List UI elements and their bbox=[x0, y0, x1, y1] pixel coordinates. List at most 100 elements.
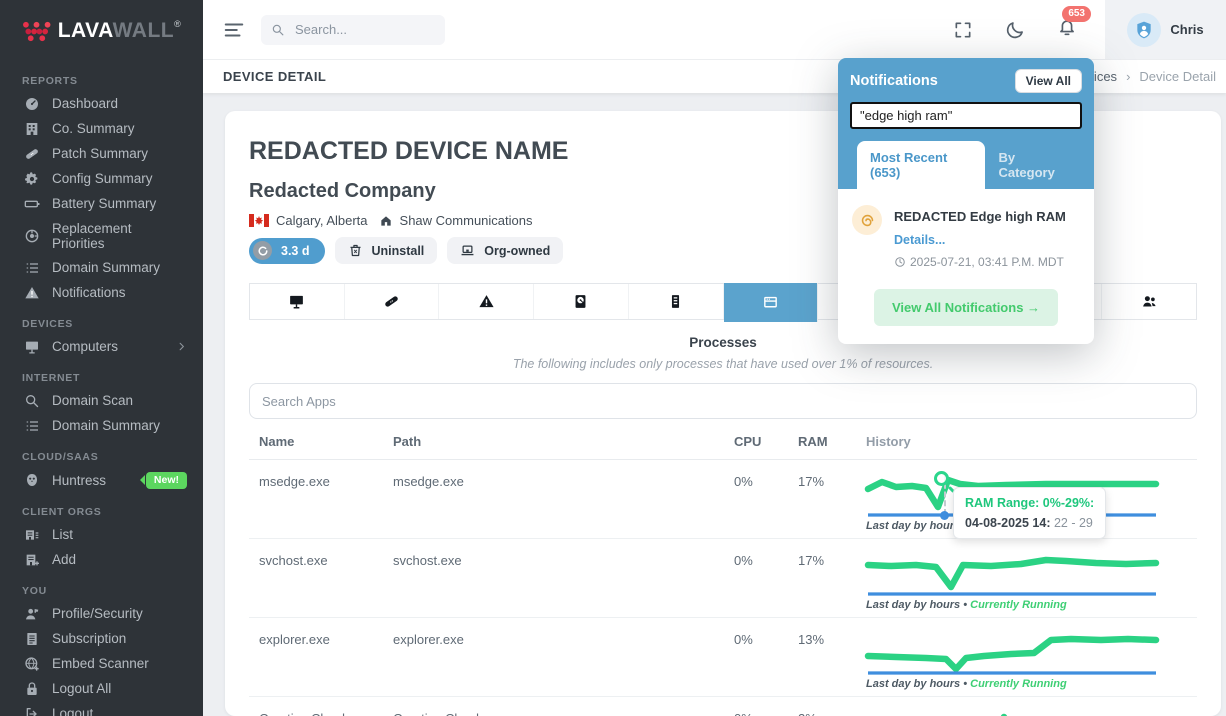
building-icon bbox=[24, 121, 40, 137]
history-caption: Last day by hours • Currently Running bbox=[866, 599, 1197, 611]
sidebar-section: DEVICES Computers bbox=[0, 305, 203, 359]
dark-mode-icon[interactable] bbox=[1005, 20, 1025, 40]
hover-point-dot bbox=[940, 511, 949, 520]
column-header-history: History bbox=[866, 434, 1197, 449]
sidebar-item-logout[interactable]: Logout bbox=[0, 701, 203, 716]
column-header-cpu: CPU bbox=[734, 434, 798, 449]
menu-toggle-icon[interactable] bbox=[223, 19, 245, 41]
main-area: 653 Chris DEVICE DETAIL Devices › Device… bbox=[203, 0, 1226, 716]
device-tab-hdd[interactable] bbox=[534, 284, 629, 319]
sidebar-nav: REPORTS Dashboard Co. Summary Patch Summ… bbox=[0, 62, 203, 716]
sidebar-item-label: Dashboard bbox=[52, 96, 118, 111]
notifications-popup-header: Notifications View All Most Recent (653)… bbox=[838, 58, 1094, 189]
warning-icon bbox=[478, 293, 495, 310]
sidebar-item-label: Domain Summary bbox=[52, 418, 160, 433]
sidebar-item-label: Logout All bbox=[52, 681, 111, 696]
chevron-right-icon bbox=[176, 341, 187, 352]
list-icon bbox=[24, 418, 40, 434]
brand-logo[interactable]: LAVAWALL® bbox=[0, 0, 203, 62]
notifications-popup-body: REDACTED Edge high RAM Details... 2025-0… bbox=[838, 189, 1094, 344]
sidebar-item-co-summary[interactable]: Co. Summary bbox=[0, 116, 203, 141]
fullscreen-icon[interactable] bbox=[953, 20, 973, 40]
lock-icon bbox=[24, 681, 40, 697]
process-cpu: 0% bbox=[734, 632, 798, 690]
uninstall-button[interactable]: Uninstall bbox=[335, 237, 438, 264]
view-all-button[interactable]: View All bbox=[1015, 69, 1082, 93]
device-tab-bandage[interactable] bbox=[345, 284, 440, 319]
notification-details-link[interactable]: Details... bbox=[894, 233, 1066, 247]
warning-icon bbox=[24, 285, 40, 301]
notifications-search-input[interactable] bbox=[850, 102, 1082, 129]
window-icon bbox=[762, 294, 779, 311]
target-icon bbox=[24, 228, 40, 244]
view-all-notifications-button[interactable]: View All Notifications → bbox=[874, 289, 1058, 326]
sidebar-item-label: Domain Summary bbox=[52, 260, 160, 275]
global-search[interactable] bbox=[261, 15, 445, 45]
sidebar-item-label: Add bbox=[52, 552, 76, 567]
sidebar-item-embed-scanner[interactable]: Embed Scanner bbox=[0, 651, 203, 676]
sidebar-item-list[interactable]: List bbox=[0, 522, 203, 547]
sidebar-item-notifications[interactable]: Notifications bbox=[0, 280, 203, 305]
sidebar-item-domain-scan[interactable]: Domain Scan bbox=[0, 388, 203, 413]
sidebar-item-subscription[interactable]: Subscription bbox=[0, 626, 203, 651]
notifications-popup: Notifications View All Most Recent (653)… bbox=[838, 58, 1094, 344]
notification-count-badge: 653 bbox=[1062, 6, 1091, 22]
sidebar-item-logout-all[interactable]: Logout All bbox=[0, 676, 203, 701]
sidebar-item-add[interactable]: Add bbox=[0, 547, 203, 572]
process-history-cell[interactable]: Last day by hours • Currently Running bbox=[866, 711, 1197, 716]
device-tab-window[interactable] bbox=[724, 283, 819, 322]
sidebar-item-dashboard[interactable]: Dashboard bbox=[0, 91, 203, 116]
build-plus-icon bbox=[24, 552, 40, 568]
sidebar-item-replacement-priorities[interactable]: Replacement Priorities bbox=[0, 216, 203, 255]
tab-most-recent[interactable]: Most Recent (653) bbox=[857, 141, 985, 189]
logout-icon bbox=[24, 706, 40, 716]
breadcrumb-separator: › bbox=[1126, 69, 1130, 84]
processes-table-body: msedge.exemsedge.exe0%17%Last day by hou… bbox=[249, 460, 1197, 716]
sidebar-item-patch-summary[interactable]: Patch Summary bbox=[0, 141, 203, 166]
processes-search-input[interactable] bbox=[249, 383, 1197, 419]
sidebar-section: CLOUD/SAAS Huntress New! bbox=[0, 438, 203, 493]
sidebar-item-battery-summary[interactable]: Battery Summary bbox=[0, 191, 203, 216]
avatar bbox=[1127, 13, 1161, 47]
user-menu[interactable]: Chris bbox=[1105, 0, 1226, 59]
sidebar-section-label: INTERNET bbox=[0, 359, 203, 388]
search-input[interactable] bbox=[293, 21, 423, 38]
process-history-cell[interactable]: Last day by hours • Currently Running bbox=[866, 553, 1197, 611]
notifications-bell[interactable]: 653 bbox=[1057, 17, 1077, 42]
notification-timestamp: 2025-07-21, 03:41 P.M. MDT bbox=[894, 255, 1066, 269]
ownership-label: Org-owned bbox=[484, 244, 550, 258]
process-ram: 17% bbox=[798, 474, 866, 532]
owl-icon bbox=[24, 472, 40, 488]
notification-type-icon bbox=[852, 205, 882, 235]
sidebar-item-profile-security[interactable]: Profile/Security bbox=[0, 601, 203, 626]
device-tab-warning[interactable] bbox=[439, 284, 534, 319]
sidebar-item-label: Domain Scan bbox=[52, 393, 133, 408]
process-history-cell[interactable]: Last day by hours • Currently RunningRAM… bbox=[866, 474, 1197, 532]
column-header-name: Name bbox=[259, 434, 393, 449]
sidebar-item-label: Computers bbox=[52, 339, 118, 354]
sidebar-item-huntress[interactable]: Huntress New! bbox=[0, 467, 203, 493]
shield-user-icon bbox=[1134, 20, 1154, 40]
page-title: DEVICE DETAIL bbox=[223, 69, 326, 84]
sidebar-item-config-summary[interactable]: Config Summary bbox=[0, 166, 203, 191]
globe-plus-icon bbox=[24, 656, 40, 672]
device-tab-monitor[interactable] bbox=[250, 284, 345, 319]
sidebar-item-domain-summary[interactable]: Domain Summary bbox=[0, 413, 203, 438]
process-history-cell[interactable]: Last day by hours • Currently Running bbox=[866, 632, 1197, 690]
uptime-value: 3.3 d bbox=[281, 244, 310, 258]
process-name: svchost.exe bbox=[259, 553, 393, 611]
monitor-icon bbox=[288, 293, 305, 310]
device-tab-users[interactable] bbox=[1102, 284, 1196, 319]
sidebar-item-label: Replacement Priorities bbox=[52, 221, 187, 251]
history-sparkline bbox=[866, 553, 1158, 597]
topbar: 653 Chris bbox=[203, 0, 1226, 60]
notification-item[interactable]: REDACTED Edge high RAM Details... 2025-0… bbox=[852, 205, 1080, 269]
sidebar-item-label: Co. Summary bbox=[52, 121, 135, 136]
device-tab-server[interactable] bbox=[629, 284, 724, 319]
tab-by-category[interactable]: By Category bbox=[985, 141, 1082, 189]
sidebar-section: REPORTS Dashboard Co. Summary Patch Summ… bbox=[0, 62, 203, 305]
sidebar-item-domain-summary[interactable]: Domain Summary bbox=[0, 255, 203, 280]
sidebar-item-computers[interactable]: Computers bbox=[0, 334, 203, 359]
column-header-path: Path bbox=[393, 434, 734, 449]
process-ram: 17% bbox=[798, 553, 866, 611]
